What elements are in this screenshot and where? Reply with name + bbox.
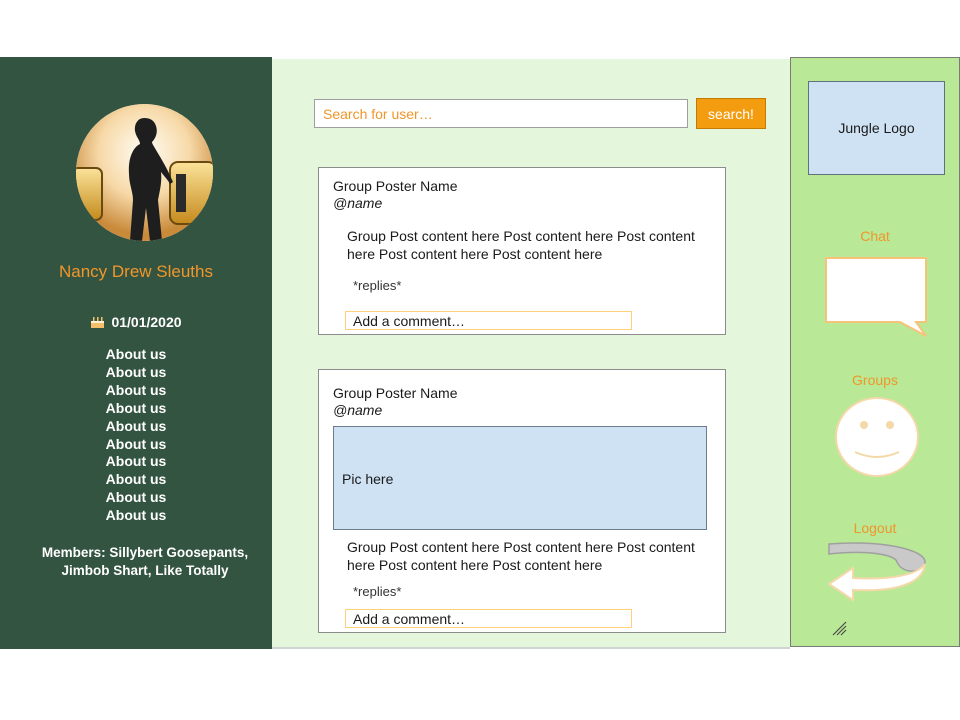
- group-post: Group Poster Name @name Pic here Group P…: [318, 369, 726, 633]
- search-button[interactable]: search!: [696, 98, 766, 129]
- about-us-link[interactable]: About us: [0, 382, 272, 400]
- about-us-link[interactable]: About us: [0, 364, 272, 382]
- group-profile-sidebar: Nancy Drew Sleuths 01/01/2020 About us A…: [0, 57, 272, 649]
- group-avatar: [76, 104, 213, 241]
- about-links-list: About us About us About us About us Abou…: [0, 346, 272, 525]
- post-poster-name[interactable]: Group Poster Name: [333, 385, 458, 401]
- cake-icon: [90, 315, 105, 328]
- about-us-link[interactable]: About us: [0, 346, 272, 364]
- chat-label[interactable]: Chat: [791, 228, 959, 244]
- curved-back-arrow-icon[interactable]: [825, 542, 929, 617]
- comment-input[interactable]: [345, 609, 632, 628]
- post-picture-label: Pic here: [342, 471, 394, 487]
- group-feed: search! Group Poster Name @name Group Po…: [272, 59, 790, 649]
- comment-input[interactable]: [345, 311, 632, 330]
- post-picture[interactable]: Pic here: [333, 426, 707, 530]
- logo-text: Jungle Logo: [838, 120, 915, 136]
- resize-grip-icon[interactable]: [831, 620, 847, 641]
- right-nav-sidebar: Jungle Logo Chat Groups Logout: [790, 57, 960, 647]
- group-birthday: 01/01/2020: [0, 314, 272, 330]
- about-us-link[interactable]: About us: [0, 453, 272, 471]
- about-us-link[interactable]: About us: [0, 471, 272, 489]
- jungle-logo[interactable]: Jungle Logo: [808, 81, 945, 175]
- about-us-link[interactable]: About us: [0, 418, 272, 436]
- post-poster-name[interactable]: Group Poster Name: [333, 178, 458, 194]
- user-search-input[interactable]: [314, 99, 688, 128]
- logout-label[interactable]: Logout: [791, 520, 959, 536]
- birthday-date: 01/01/2020: [111, 314, 182, 330]
- about-us-link[interactable]: About us: [0, 507, 272, 525]
- smiley-face-icon[interactable]: [833, 396, 921, 483]
- group-post: Group Poster Name @name Group Post conte…: [318, 167, 726, 335]
- groups-label[interactable]: Groups: [791, 372, 959, 388]
- about-us-link[interactable]: About us: [0, 489, 272, 507]
- about-us-link[interactable]: About us: [0, 436, 272, 454]
- app-frame: Nancy Drew Sleuths 01/01/2020 About us A…: [0, 57, 960, 649]
- post-replies-link[interactable]: *replies*: [353, 584, 401, 599]
- group-name: Nancy Drew Sleuths: [58, 262, 213, 281]
- speech-bubble-icon[interactable]: [824, 256, 930, 343]
- post-content: Group Post content here Post content her…: [347, 539, 695, 573]
- post-handle[interactable]: @name: [333, 402, 382, 418]
- members-list: Members: Sillybert Goosepants, Jimbob Sh…: [41, 545, 249, 578]
- post-handle[interactable]: @name: [333, 195, 382, 211]
- post-replies-link[interactable]: *replies*: [353, 278, 401, 293]
- about-us-link[interactable]: About us: [0, 400, 272, 418]
- post-content: Group Post content here Post content her…: [347, 228, 695, 262]
